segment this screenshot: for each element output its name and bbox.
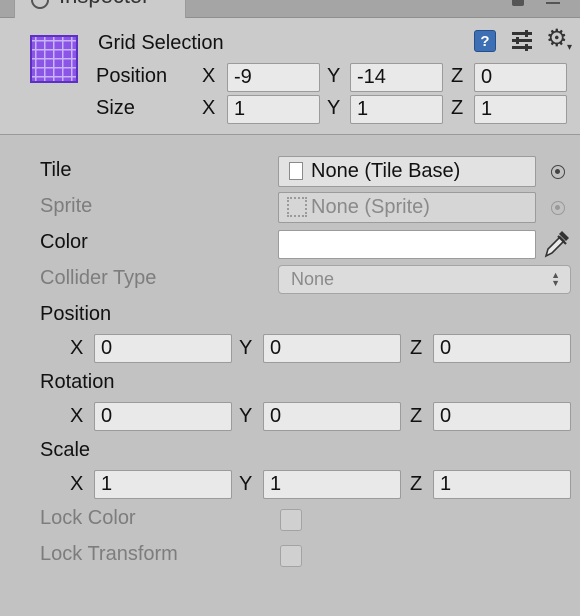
lock-transform-label: Lock Transform <box>40 543 178 565</box>
lock-color-checkbox[interactable] <box>280 509 302 531</box>
inspector-header: Grid Selection ? ⚙ ▾ Position X -9 Y -14… <box>0 18 580 135</box>
tile-value: None (Tile Base) <box>311 160 461 182</box>
position-x-label: X <box>70 337 84 359</box>
rotation-y-field[interactable]: 0 <box>263 402 401 431</box>
lock-icon[interactable] <box>512 0 524 6</box>
position-y-field[interactable]: 0 <box>263 334 401 363</box>
chevron-down-icon: ▾ <box>567 42 573 53</box>
grid-icon <box>30 35 78 83</box>
inspector-window: Inspector Grid Selection ? ⚙ ▾ Position … <box>0 0 580 616</box>
preset-icon[interactable] <box>511 30 533 52</box>
dropdown-arrows-icon: ▲ ▼ <box>551 270 560 288</box>
rotation-x-field[interactable]: 0 <box>94 402 232 431</box>
header-size-z-field[interactable]: 1 <box>474 95 567 124</box>
inspector-tab-icon <box>31 0 49 9</box>
tab-bar: Inspector <box>0 0 580 18</box>
header-position-x-label: X <box>202 65 216 87</box>
tab-label: Inspector <box>59 0 150 9</box>
collider-type-value: None <box>291 269 335 289</box>
header-size-x-label: X <box>202 97 216 119</box>
scale-x-field[interactable]: 1 <box>94 470 232 499</box>
header-size-x-field[interactable]: 1 <box>227 95 320 124</box>
header-size-z-label: Z <box>451 97 464 119</box>
header-position-label: Position <box>96 65 168 87</box>
scale-x-label: X <box>70 473 84 495</box>
tile-label: Tile <box>40 159 72 181</box>
position-y-label: Y <box>239 337 253 359</box>
position-z-label: Z <box>410 337 423 359</box>
tile-object-picker-icon[interactable] <box>551 165 565 179</box>
lock-transform-checkbox[interactable] <box>280 545 302 567</box>
rotation-x-label: X <box>70 405 84 427</box>
rotation-y-label: Y <box>239 405 253 427</box>
scale-y-label: Y <box>239 473 253 495</box>
header-size-y-label: Y <box>327 97 341 119</box>
gear-icon[interactable]: ⚙ <box>546 26 568 52</box>
position-z-field[interactable]: 0 <box>433 334 571 363</box>
header-position-y-label: Y <box>327 65 341 87</box>
header-size-y-field[interactable]: 1 <box>350 95 443 124</box>
eyedropper-icon[interactable] <box>543 229 571 259</box>
tile-field[interactable]: None (Tile Base) <box>278 156 536 187</box>
sprite-field: None (Sprite) <box>278 192 536 223</box>
header-position-z-label: Z <box>451 65 464 87</box>
tab-inspector[interactable]: Inspector <box>14 0 186 18</box>
position-x-field[interactable]: 0 <box>94 334 232 363</box>
document-icon <box>289 162 303 180</box>
sprite-label: Sprite <box>40 195 93 217</box>
position-label: Position <box>40 303 112 325</box>
rotation-z-label: Z <box>410 405 423 427</box>
header-position-z-field[interactable]: 0 <box>474 63 567 92</box>
scale-z-label: Z <box>410 473 423 495</box>
color-label: Color <box>40 231 88 253</box>
rotation-z-field[interactable]: 0 <box>433 402 571 431</box>
lock-color-label: Lock Color <box>40 507 136 529</box>
header-position-x-field[interactable]: -9 <box>227 63 320 92</box>
scale-label: Scale <box>40 439 91 461</box>
sprite-value: None (Sprite) <box>311 196 430 218</box>
collider-type-dropdown: None ▲ ▼ <box>278 265 571 294</box>
scale-z-field[interactable]: 1 <box>433 470 571 499</box>
sprite-object-picker-icon <box>551 201 565 215</box>
sprite-icon <box>287 197 307 217</box>
rotation-label: Rotation <box>40 371 115 393</box>
object-title: Grid Selection <box>98 32 224 54</box>
header-size-label: Size <box>96 97 135 119</box>
collider-type-label: Collider Type <box>40 267 157 289</box>
scale-y-field[interactable]: 1 <box>263 470 401 499</box>
help-icon[interactable]: ? <box>474 30 496 52</box>
color-swatch[interactable] <box>278 230 536 259</box>
header-position-y-field[interactable]: -14 <box>350 63 443 92</box>
menu-icon[interactable] <box>546 0 560 6</box>
